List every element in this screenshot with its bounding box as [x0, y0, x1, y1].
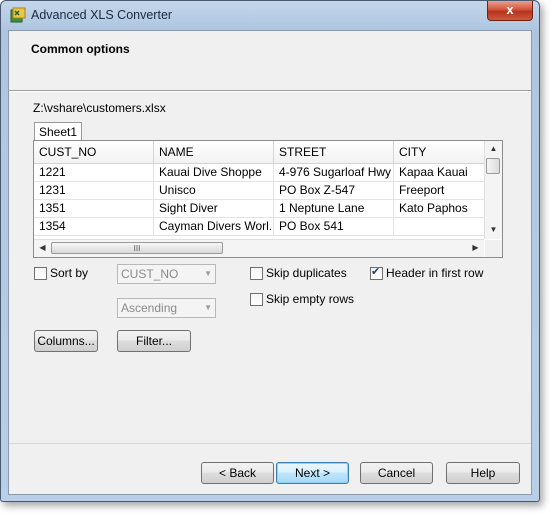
column-header[interactable]: CITY [394, 141, 484, 163]
sort-by-label[interactable]: Sort by [50, 266, 88, 280]
column-header[interactable]: CUST_NO [34, 141, 154, 163]
scroll-left-icon[interactable]: ◀ [34, 243, 51, 252]
column-header[interactable]: STREET [274, 141, 394, 163]
table-cell [394, 218, 484, 235]
table-row[interactable]: 1221 Kauai Dive Shoppe 4-976 Sugarloaf H… [34, 164, 484, 182]
table-cell: 4-976 Sugarloaf Hwy [274, 164, 394, 181]
help-button[interactable]: Help [446, 462, 520, 484]
table-cell: PO Box Z-547 [274, 182, 394, 199]
table-cell: 1 Neptune Lane [274, 200, 394, 217]
back-button[interactable]: < Back [201, 462, 274, 484]
table-cell: 1231 [34, 182, 154, 199]
file-path-label: Z:\vshare\customers.xlsx [33, 101, 166, 115]
header-pane: Common options [9, 31, 531, 92]
chevron-down-icon: ▼ [204, 269, 212, 278]
table-cell: 1354 [34, 218, 154, 235]
vertical-scrollbar[interactable]: ▲ ▼ [484, 141, 502, 239]
table-row[interactable]: 1351 Sight Diver 1 Neptune Lane Kato Pap… [34, 200, 484, 218]
next-button[interactable]: Next > [276, 462, 349, 484]
table-cell: PO Box 541 [274, 218, 394, 235]
data-preview-grid[interactable]: CUST_NO NAME STREET CITY 1221 Kauai Dive… [33, 140, 503, 258]
grid-header-row: CUST_NO NAME STREET CITY [34, 141, 484, 164]
table-cell: 1221 [34, 164, 154, 181]
title-bar[interactable]: Advanced XLS Converter x [1, 1, 539, 29]
sort-order-value: Ascending [121, 301, 178, 315]
table-row[interactable]: 1231 Unisco PO Box Z-547 Freeport [34, 182, 484, 200]
converter-window: Advanced XLS Converter x Common options … [0, 0, 540, 502]
table-cell: Cayman Divers Worl... [154, 218, 274, 235]
table-row[interactable]: 1354 Cayman Divers Worl... PO Box 541 [34, 218, 484, 236]
cancel-button[interactable]: Cancel [360, 462, 433, 484]
table-cell: Freeport [394, 182, 484, 199]
skip-empty-rows-label[interactable]: Skip empty rows [266, 292, 354, 306]
filter-button[interactable]: Filter... [117, 330, 191, 352]
column-header[interactable]: NAME [154, 141, 274, 163]
horizontal-scrollbar[interactable]: ◀ III ▶ [34, 239, 484, 257]
sort-field-select[interactable]: CUST_NO ▼ [117, 264, 216, 284]
table-cell: Sight Diver [154, 200, 274, 217]
header-divider [9, 91, 531, 92]
table-cell: Kato Paphos [394, 200, 484, 217]
header-first-row-label[interactable]: Header in first row [386, 266, 483, 280]
table-cell: 1351 [34, 200, 154, 217]
scroll-down-icon[interactable]: ▼ [485, 225, 502, 234]
table-cell: Kapaa Kauai [394, 164, 484, 181]
wizard-body: Common options Z:\vshare\customers.xlsx … [8, 30, 532, 495]
sort-by-checkbox[interactable] [34, 267, 47, 280]
scroll-right-icon[interactable]: ▶ [467, 243, 484, 252]
close-button[interactable]: x [487, 1, 533, 21]
table-cell: Unisco [154, 182, 274, 199]
tab-sheet1[interactable]: Sheet1 [34, 122, 82, 141]
sort-field-value: CUST_NO [121, 267, 179, 281]
scroll-corner [485, 240, 502, 257]
columns-button[interactable]: Columns... [34, 330, 98, 352]
sort-order-select[interactable]: Ascending ▼ [117, 298, 216, 318]
horizontal-scroll-thumb[interactable]: III [51, 242, 223, 254]
window-title: Advanced XLS Converter [31, 8, 173, 22]
header-first-row-checkbox[interactable] [370, 265, 383, 280]
skip-duplicates-checkbox[interactable] [250, 267, 263, 280]
app-icon [10, 7, 26, 23]
page-title: Common options [31, 42, 130, 56]
skip-duplicates-label[interactable]: Skip duplicates [266, 266, 347, 280]
footer-divider [9, 443, 531, 444]
chevron-down-icon: ▼ [204, 303, 212, 312]
vertical-scroll-thumb[interactable] [486, 158, 500, 174]
skip-empty-rows-checkbox[interactable] [250, 293, 263, 306]
table-cell: Kauai Dive Shoppe [154, 164, 274, 181]
scroll-up-icon[interactable]: ▲ [485, 144, 502, 153]
